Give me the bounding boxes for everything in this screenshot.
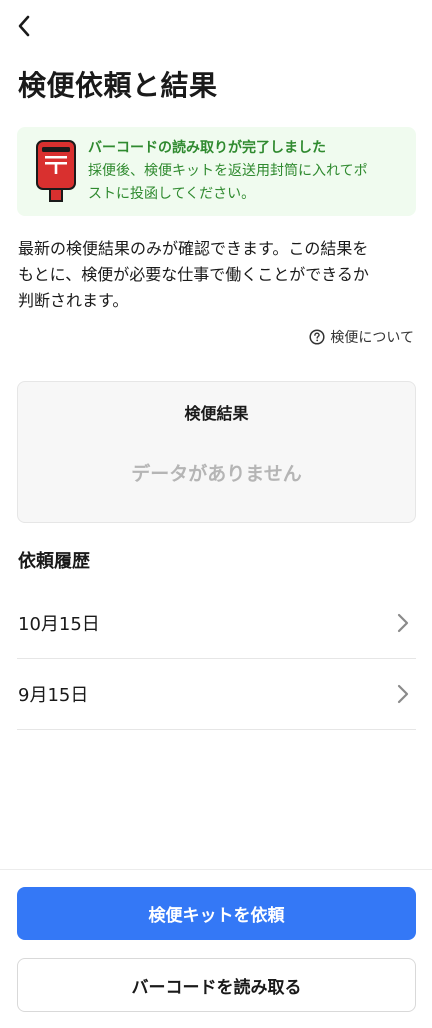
result-card: 検便結果 データがありません: [17, 381, 416, 523]
about-stool-test-link[interactable]: 検便について: [309, 325, 414, 349]
chevron-left-icon: [18, 15, 30, 37]
request-kit-button[interactable]: 検便キットを依頼: [17, 887, 416, 940]
notice-body-line: 採便後、検便キットを返送用封筒に入れてポ: [88, 163, 368, 179]
description-text: 最新の検便結果のみが確認できます。この結果を もとに、検便が必要な仕事で働くこと…: [18, 236, 418, 314]
description-line: 判断されます。: [18, 291, 129, 310]
chevron-right-icon: [397, 684, 409, 704]
notice-body-line: ストに投函してください。: [88, 186, 256, 202]
notice-title: バーコードの読み取りが完了しました: [88, 140, 326, 156]
history-list: 10月15日 9月15日: [17, 588, 416, 730]
question-circle-icon: [309, 329, 325, 345]
barcode-complete-notice: バーコードの読み取りが完了しました 採便後、検便キットを返送用封筒に入れてポ ス…: [17, 127, 416, 216]
postbox-icon: [36, 140, 76, 202]
footer-divider: [0, 869, 432, 870]
history-item-date: 10月15日: [18, 614, 100, 635]
history-item-date: 9月15日: [18, 685, 89, 706]
scan-barcode-button[interactable]: バーコードを読み取る: [17, 958, 416, 1012]
description-line: 最新の検便結果のみが確認できます。この結果を: [18, 239, 369, 258]
page-title: 検便依頼と結果: [18, 69, 218, 102]
history-item[interactable]: 10月15日: [17, 588, 416, 659]
history-title: 依頼履歴: [18, 551, 90, 572]
result-title: 検便結果: [184, 404, 249, 423]
chevron-right-icon: [397, 613, 409, 633]
back-button[interactable]: [8, 8, 40, 44]
history-item[interactable]: 9月15日: [17, 659, 416, 730]
description-line: もとに、検便が必要な仕事で働くことができるか: [18, 265, 369, 284]
result-empty-text: データがありません: [131, 463, 302, 485]
about-link-label: 検便について: [330, 330, 414, 346]
notice-body: 採便後、検便キットを返送用封筒に入れてポ ストに投函してください。: [88, 160, 402, 206]
